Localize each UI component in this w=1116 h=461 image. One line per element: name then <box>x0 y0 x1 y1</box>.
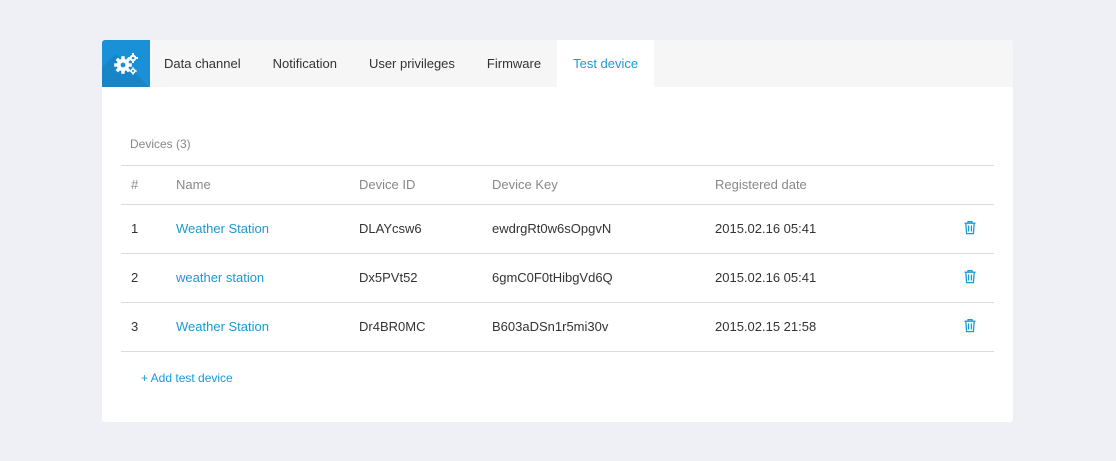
column-header-registered-date: Registered date <box>715 177 807 192</box>
gears-icon <box>114 52 138 75</box>
device-name-link[interactable]: Weather Station <box>176 205 269 253</box>
device-key: B603aDSn1r5mi30v <box>492 319 609 334</box>
table-row: 2 weather station Dx5PVt52 6gmC0F0tHibgV… <box>121 254 994 303</box>
row-number: 3 <box>131 319 139 334</box>
tab-firmware[interactable]: Firmware <box>471 40 557 87</box>
row-number: 1 <box>131 221 139 236</box>
row-number: 2 <box>131 270 139 285</box>
column-header-device-key: Device Key <box>492 177 558 192</box>
registered-date: 2015.02.16 05:41 <box>715 270 817 285</box>
device-id: DLAYcsw6 <box>359 221 422 236</box>
registered-date: 2015.02.16 05:41 <box>715 221 817 236</box>
delete-device-button[interactable] <box>963 220 977 238</box>
settings-panel: Data channel Notification User privilege… <box>102 40 1013 422</box>
trash-icon <box>964 318 976 333</box>
add-test-device-link[interactable]: + Add test device <box>141 371 233 385</box>
tab-notification[interactable]: Notification <box>257 40 353 87</box>
devices-table: # Name Device ID Device Key Registered d… <box>121 165 994 352</box>
trash-icon <box>964 269 976 284</box>
tab-user-privileges[interactable]: User privileges <box>353 40 471 87</box>
device-id: Dx5PVt52 <box>359 270 418 285</box>
device-key: 6gmC0F0tHibgVd6Q <box>492 270 613 285</box>
trash-icon <box>964 220 976 235</box>
device-key: ewdrgRt0w6sOpgvN <box>492 221 612 236</box>
device-name-link[interactable]: Weather Station <box>176 303 269 351</box>
column-header-name: Name <box>176 177 211 192</box>
table-row: 1 Weather Station DLAYcsw6 ewdrgRt0w6sOp… <box>121 205 994 254</box>
settings-button[interactable] <box>102 40 150 87</box>
table-header: # Name Device ID Device Key Registered d… <box>121 166 994 205</box>
table-row: 3 Weather Station Dr4BR0MC B603aDSn1r5mi… <box>121 303 994 352</box>
tab-data-channel[interactable]: Data channel <box>150 40 257 87</box>
column-header-number: # <box>131 177 139 192</box>
column-header-device-id: Device ID <box>359 177 416 192</box>
device-id: Dr4BR0MC <box>359 319 426 334</box>
tab-test-device[interactable]: Test device <box>557 40 655 87</box>
registered-date: 2015.02.15 21:58 <box>715 319 817 334</box>
delete-device-button[interactable] <box>963 269 977 287</box>
devices-title: Devices (3) <box>130 137 191 151</box>
delete-device-button[interactable] <box>963 318 977 336</box>
tab-bar: Data channel Notification User privilege… <box>102 40 1013 87</box>
device-name-link[interactable]: weather station <box>176 254 264 302</box>
